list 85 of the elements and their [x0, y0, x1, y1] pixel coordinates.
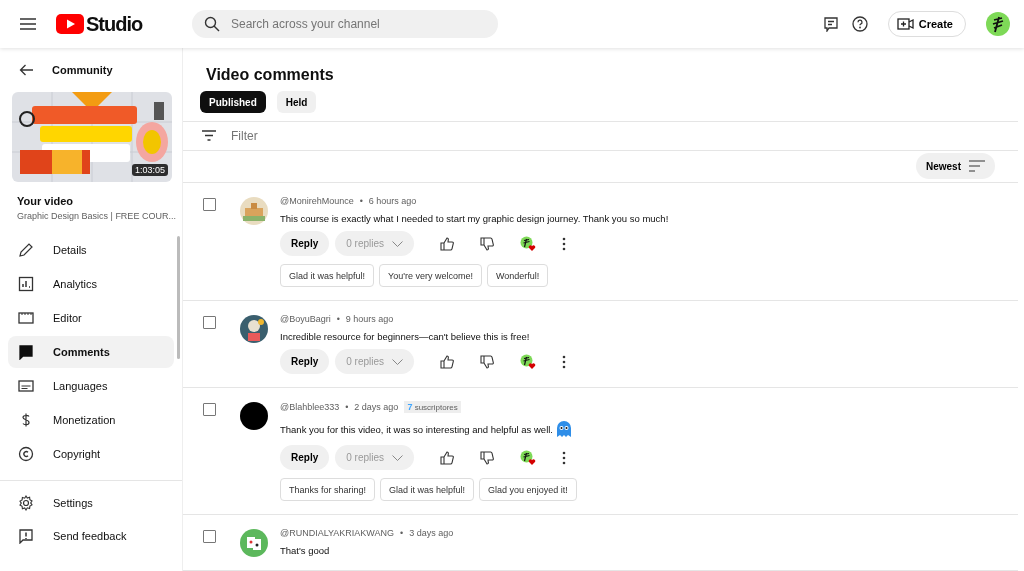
filter-input[interactable]: Filter — [229, 127, 1018, 144]
page-title: Video comments — [206, 66, 335, 84]
comment-text: This course is exactly what I needed to start my graphic design journey. Thank you so much! — [280, 213, 669, 224]
video-heading: Your video — [17, 195, 75, 207]
play-logo-icon — [56, 14, 84, 34]
thumbs-down-icon[interactable] — [480, 450, 495, 465]
checkbox[interactable] — [203, 403, 216, 416]
more-options-icon[interactable] — [562, 354, 567, 369]
filter-icon — [202, 130, 216, 142]
message-icon[interactable] — [823, 16, 838, 32]
sidebar-item[interactable]: Settings — [8, 487, 174, 519]
chevron-down-icon — [392, 358, 404, 365]
search-icon — [204, 16, 220, 32]
thumbs-up-icon[interactable] — [440, 354, 455, 369]
comment-author[interactable]: @RUNDIALYAKRIAKWANG — [280, 528, 394, 538]
comment-time: 2 days ago — [354, 402, 399, 412]
subscriber-badge: 7 suscriptores — [404, 401, 461, 413]
comment-time: 3 days ago — [409, 528, 454, 538]
bullet-separator: • — [359, 196, 363, 206]
tab[interactable]: Held — [276, 91, 317, 113]
comment-time: 6 hours ago — [368, 196, 417, 206]
suggested-reply-chip[interactable]: Wonderful! — [487, 264, 549, 287]
clapperboard-icon — [18, 310, 34, 326]
sidebar-item[interactable]: Send feedback — [8, 520, 174, 552]
sidebar-item[interactable]: Monetization — [8, 404, 174, 436]
sidebar-item[interactable]: Comments — [8, 336, 174, 368]
tab[interactable]: Published — [200, 91, 266, 113]
back-arrow-icon[interactable] — [19, 64, 34, 76]
checkbox[interactable] — [203, 198, 216, 211]
settings-icon — [18, 495, 34, 511]
add-video-icon — [896, 18, 914, 30]
reply-button[interactable]: Reply — [280, 231, 330, 256]
comment-text: That's good — [280, 545, 330, 556]
thumbs-up-icon[interactable] — [440, 236, 455, 251]
chevron-down-icon — [392, 240, 404, 247]
thumbs-up-icon[interactable] — [440, 450, 455, 465]
pencil-icon — [18, 242, 34, 258]
comment-author[interactable]: @Blahblee333 — [280, 402, 340, 412]
reply-button[interactable]: Reply — [280, 445, 330, 470]
copyright-icon — [18, 446, 34, 462]
comment-time: 9 hours ago — [345, 314, 394, 324]
suggested-reply-chip[interactable]: Thanks for sharing! — [280, 478, 376, 501]
suggested-reply-chip[interactable]: Glad it was helpful! — [380, 478, 475, 501]
comment-author[interactable]: @BoyuBagri — [280, 314, 331, 324]
back-label: Community — [52, 64, 113, 76]
duration-badge: 1:03:05 — [131, 164, 168, 176]
video-title: Graphic Design Basics | FREE COUR... — [17, 211, 177, 221]
suggested-reply-chip[interactable]: You're very welcome! — [379, 264, 482, 287]
reply-button[interactable]: Reply — [280, 349, 330, 374]
creator-heart-icon[interactable] — [520, 353, 537, 370]
menu-icon[interactable] — [20, 18, 36, 30]
more-options-icon[interactable] — [562, 236, 567, 251]
sort-button[interactable]: Newest — [916, 153, 995, 180]
bullet-separator: • — [345, 402, 349, 412]
logo-text: Studio — [86, 12, 143, 36]
comment-text: Incredible resource for beginners—can't believe this is free! — [280, 331, 530, 342]
ghost-emoji-icon — [555, 420, 573, 438]
sidebar-item[interactable]: Details — [8, 234, 174, 266]
comment-text: Thank you for this video, it was so interesting and helpful as well. — [280, 423, 553, 435]
comment-author[interactable]: @MonirehMounce — [280, 196, 354, 206]
sidebar-item[interactable]: Editor — [8, 302, 174, 334]
thumbs-down-icon[interactable] — [480, 236, 495, 251]
checkbox[interactable] — [203, 530, 216, 543]
thumbs-down-icon[interactable] — [480, 354, 495, 369]
sidebar-item[interactable]: Languages — [8, 370, 174, 402]
bar-chart-icon — [18, 276, 34, 292]
creator-heart-icon[interactable] — [520, 235, 537, 252]
sort-icon — [969, 160, 985, 173]
more-options-icon[interactable] — [562, 450, 567, 465]
create-button[interactable]: Create — [887, 11, 966, 37]
suggested-reply-chip[interactable]: Glad it was helpful! — [280, 264, 375, 287]
subtitles-icon — [18, 378, 34, 394]
creator-heart-icon[interactable] — [520, 449, 537, 466]
chevron-down-icon — [392, 454, 404, 461]
help-icon[interactable] — [851, 16, 868, 32]
feedback-icon — [18, 528, 34, 544]
search-field[interactable]: Search across your channel — [192, 10, 498, 38]
suggested-reply-chip[interactable]: Glad you enjoyed it! — [479, 478, 577, 501]
sidebar-item[interactable]: Copyright — [8, 438, 174, 470]
bullet-separator: • — [336, 314, 340, 324]
bullet-separator: • — [400, 528, 404, 538]
comment-icon — [18, 344, 34, 360]
account-avatar-icon[interactable] — [986, 12, 1010, 36]
checkbox[interactable] — [203, 316, 216, 329]
sidebar-item[interactable]: Analytics — [8, 268, 174, 300]
